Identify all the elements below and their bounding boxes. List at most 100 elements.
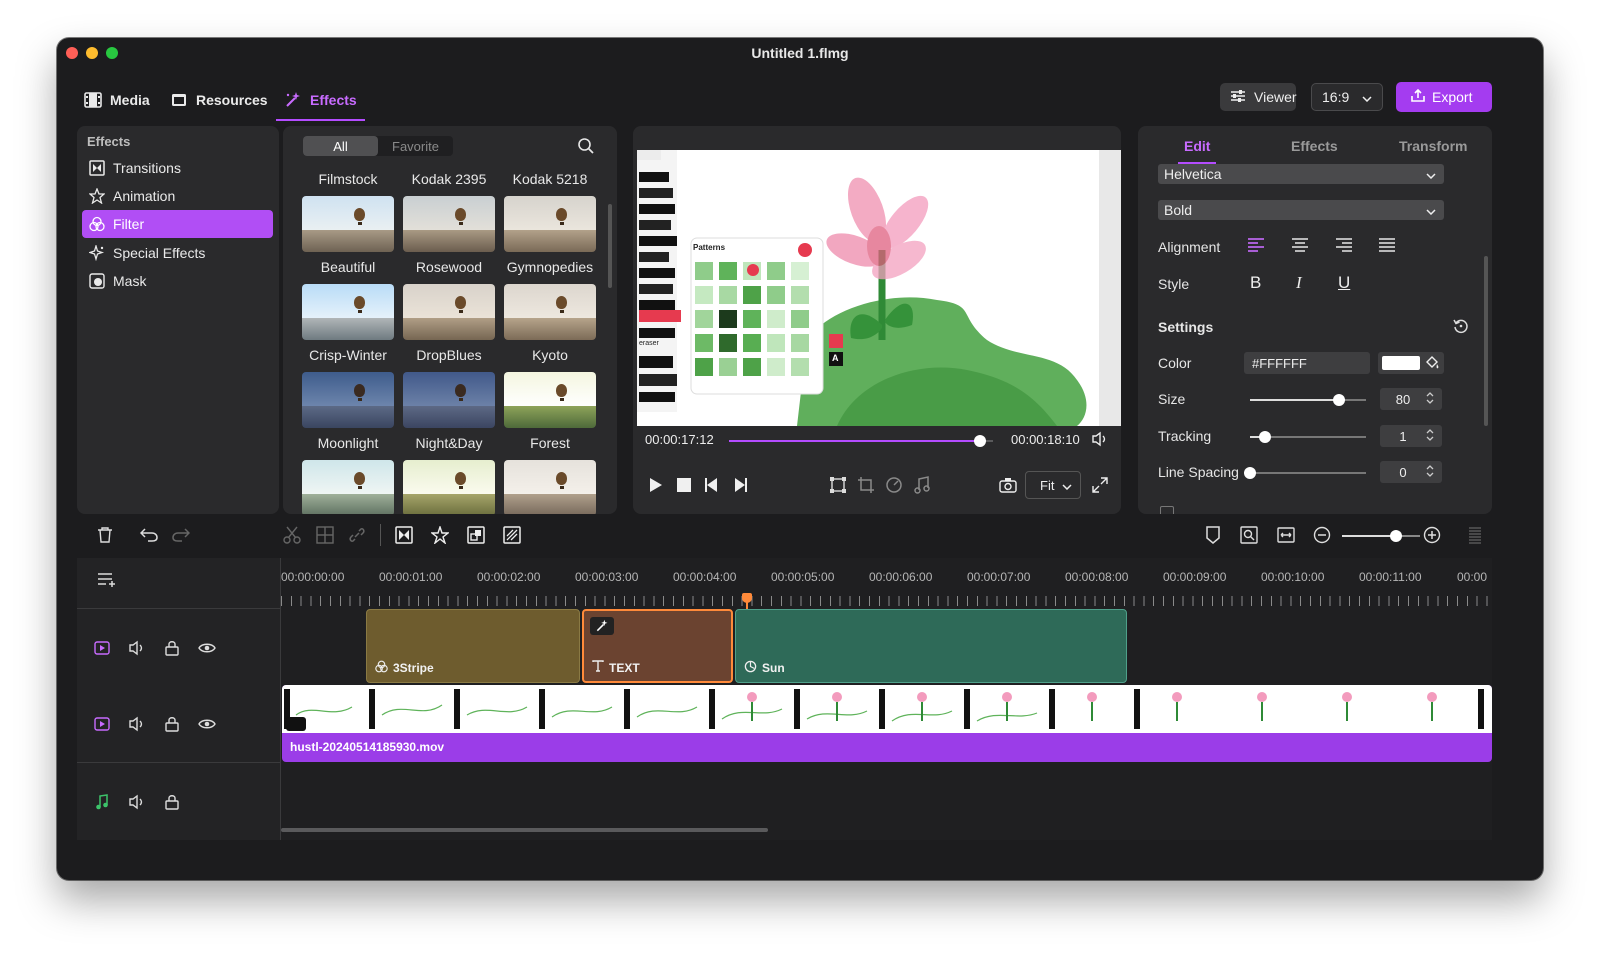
video-preview[interactable]: Patterns eraser A	[637, 150, 1121, 426]
clip-3stripe[interactable]: 3Stripe	[366, 609, 580, 683]
tab-resources[interactable]: Resources	[170, 82, 268, 118]
tab-media[interactable]: Media	[84, 82, 150, 118]
fullscreen-icon[interactable]	[1089, 474, 1111, 496]
stroke-checkbox[interactable]	[1160, 506, 1174, 514]
sidebar-item-transitions[interactable]: Transitions	[82, 154, 273, 182]
stepper-arrows-icon[interactable]	[1426, 391, 1434, 408]
aspect-ratio-select[interactable]: 16:9	[1311, 83, 1383, 111]
marker-icon[interactable]	[1202, 524, 1224, 546]
tab-edit[interactable]: Edit	[1177, 138, 1218, 164]
filter-thumbnail-rosewood[interactable]	[403, 284, 495, 340]
stop-icon[interactable]	[673, 474, 695, 496]
search-icon[interactable]	[577, 137, 595, 160]
timeline-scrollbar[interactable]	[281, 828, 768, 832]
snapshot-camera-icon[interactable]	[997, 474, 1019, 496]
segment-all[interactable]: All	[303, 136, 378, 156]
zoom-in-icon[interactable]	[1421, 524, 1443, 546]
filter-thumbnail-moonlight[interactable]	[302, 460, 394, 514]
crop-icon[interactable]	[855, 474, 877, 496]
timeline-zoom-knob[interactable]	[1390, 530, 1402, 542]
underline-button[interactable]: U	[1338, 273, 1350, 293]
add-track-icon[interactable]	[97, 572, 117, 593]
timeline-zoom-slider[interactable]	[1342, 530, 1420, 542]
bold-button[interactable]: B	[1250, 273, 1261, 293]
zoom-window-button[interactable]	[106, 47, 118, 59]
zoom-out-icon[interactable]	[1311, 524, 1333, 546]
track-video-icon[interactable]	[92, 714, 112, 734]
size-slider-knob[interactable]	[1333, 394, 1346, 406]
filter-thumbnail-night-and-day[interactable]	[403, 460, 495, 514]
size-stepper[interactable]: 80	[1380, 388, 1442, 410]
track-lock-icon[interactable]	[162, 792, 182, 812]
size-slider[interactable]	[1250, 394, 1366, 406]
clip-text[interactable]: TEXT	[582, 609, 733, 683]
playback-knob[interactable]	[973, 435, 986, 447]
export-button[interactable]: Export	[1396, 82, 1492, 112]
grid-split-icon[interactable]	[314, 524, 336, 546]
add-animation-icon[interactable]	[429, 524, 451, 546]
filter-thumbnail-beautiful[interactable]	[302, 284, 394, 340]
align-right-icon[interactable]	[1335, 237, 1353, 258]
filter-thumbnail-filmstock[interactable]	[302, 196, 394, 252]
italic-button[interactable]: I	[1296, 273, 1302, 293]
minimize-window-button[interactable]	[86, 47, 98, 59]
filter-thumbnail-kodak-2395[interactable]	[403, 196, 495, 252]
line-spacing-slider-knob[interactable]	[1244, 467, 1256, 479]
font-family-select[interactable]: Helvetica	[1158, 164, 1444, 184]
add-overlay-icon[interactable]	[465, 524, 487, 546]
align-center-icon[interactable]	[1291, 237, 1309, 258]
track-audio-icon[interactable]	[127, 638, 147, 658]
tracking-slider[interactable]	[1250, 431, 1366, 443]
redo-icon[interactable]	[170, 524, 192, 546]
step-back-icon[interactable]	[701, 474, 723, 496]
tracking-slider-knob[interactable]	[1259, 431, 1272, 443]
filter-thumbnail-kodak-5218[interactable]	[504, 196, 596, 252]
sidebar-item-mask[interactable]: Mask	[82, 267, 273, 295]
close-window-button[interactable]	[66, 47, 78, 59]
add-transition-icon[interactable]	[393, 524, 415, 546]
track-visibility-icon[interactable]	[197, 638, 217, 658]
inspector-scrollbar[interactable]	[1484, 256, 1488, 426]
viewer-button[interactable]: Viewer	[1220, 83, 1297, 111]
music-note-icon[interactable]	[911, 474, 933, 496]
undo-icon[interactable]	[138, 524, 160, 546]
tab-effects[interactable]: Effects	[276, 82, 365, 121]
transform-icon[interactable]	[827, 474, 849, 496]
timeline-settings-icon[interactable]	[1464, 524, 1486, 546]
track-video-icon[interactable]	[92, 638, 112, 658]
sidebar-item-animation[interactable]: Animation	[82, 182, 273, 210]
scissors-icon[interactable]	[281, 524, 303, 546]
volume-icon[interactable]	[1089, 428, 1111, 450]
speed-icon[interactable]	[883, 474, 905, 496]
link-icon[interactable]	[346, 524, 368, 546]
align-justify-icon[interactable]	[1378, 237, 1396, 258]
zoom-fit-select[interactable]: Fit	[1025, 471, 1081, 499]
zoom-to-selection-icon[interactable]	[1238, 524, 1260, 546]
stepper-arrows-icon[interactable]	[1426, 428, 1434, 445]
playback-scrubber[interactable]	[729, 435, 993, 447]
track-music-icon[interactable]	[92, 792, 112, 812]
line-spacing-stepper[interactable]: 0	[1380, 461, 1442, 483]
track-visibility-icon[interactable]	[197, 714, 217, 734]
font-weight-select[interactable]: Bold	[1158, 200, 1444, 220]
tracking-stepper[interactable]: 1	[1380, 425, 1442, 447]
clip-sun[interactable]: Sun	[735, 609, 1127, 683]
add-mask-icon[interactable]	[501, 524, 523, 546]
track-lock-icon[interactable]	[162, 638, 182, 658]
filter-thumbnail-crisp-winter[interactable]	[302, 372, 394, 428]
tab-effects-inspector[interactable]: Effects	[1291, 138, 1338, 154]
play-icon[interactable]	[645, 474, 667, 496]
track-audio-icon[interactable]	[127, 714, 147, 734]
color-swatch-button[interactable]	[1378, 352, 1444, 374]
stepper-arrows-icon[interactable]	[1426, 464, 1434, 481]
track-lock-icon[interactable]	[162, 714, 182, 734]
filter-thumbnail-forest[interactable]	[504, 460, 596, 514]
segment-favorite[interactable]: Favorite	[378, 136, 453, 156]
sidebar-item-filter[interactable]: Filter	[82, 210, 273, 238]
align-left-icon[interactable]	[1247, 237, 1265, 258]
timeline-ruler[interactable]: 00:00:00:00 00:00:01:00 00:00:02:00 00:0…	[281, 558, 1492, 608]
sidebar-item-special-effects[interactable]: Special Effects	[82, 239, 273, 267]
tab-transform[interactable]: Transform	[1399, 138, 1467, 154]
filter-thumbnail-gymnopedies[interactable]	[504, 284, 596, 340]
track-audio-icon[interactable]	[127, 792, 147, 812]
